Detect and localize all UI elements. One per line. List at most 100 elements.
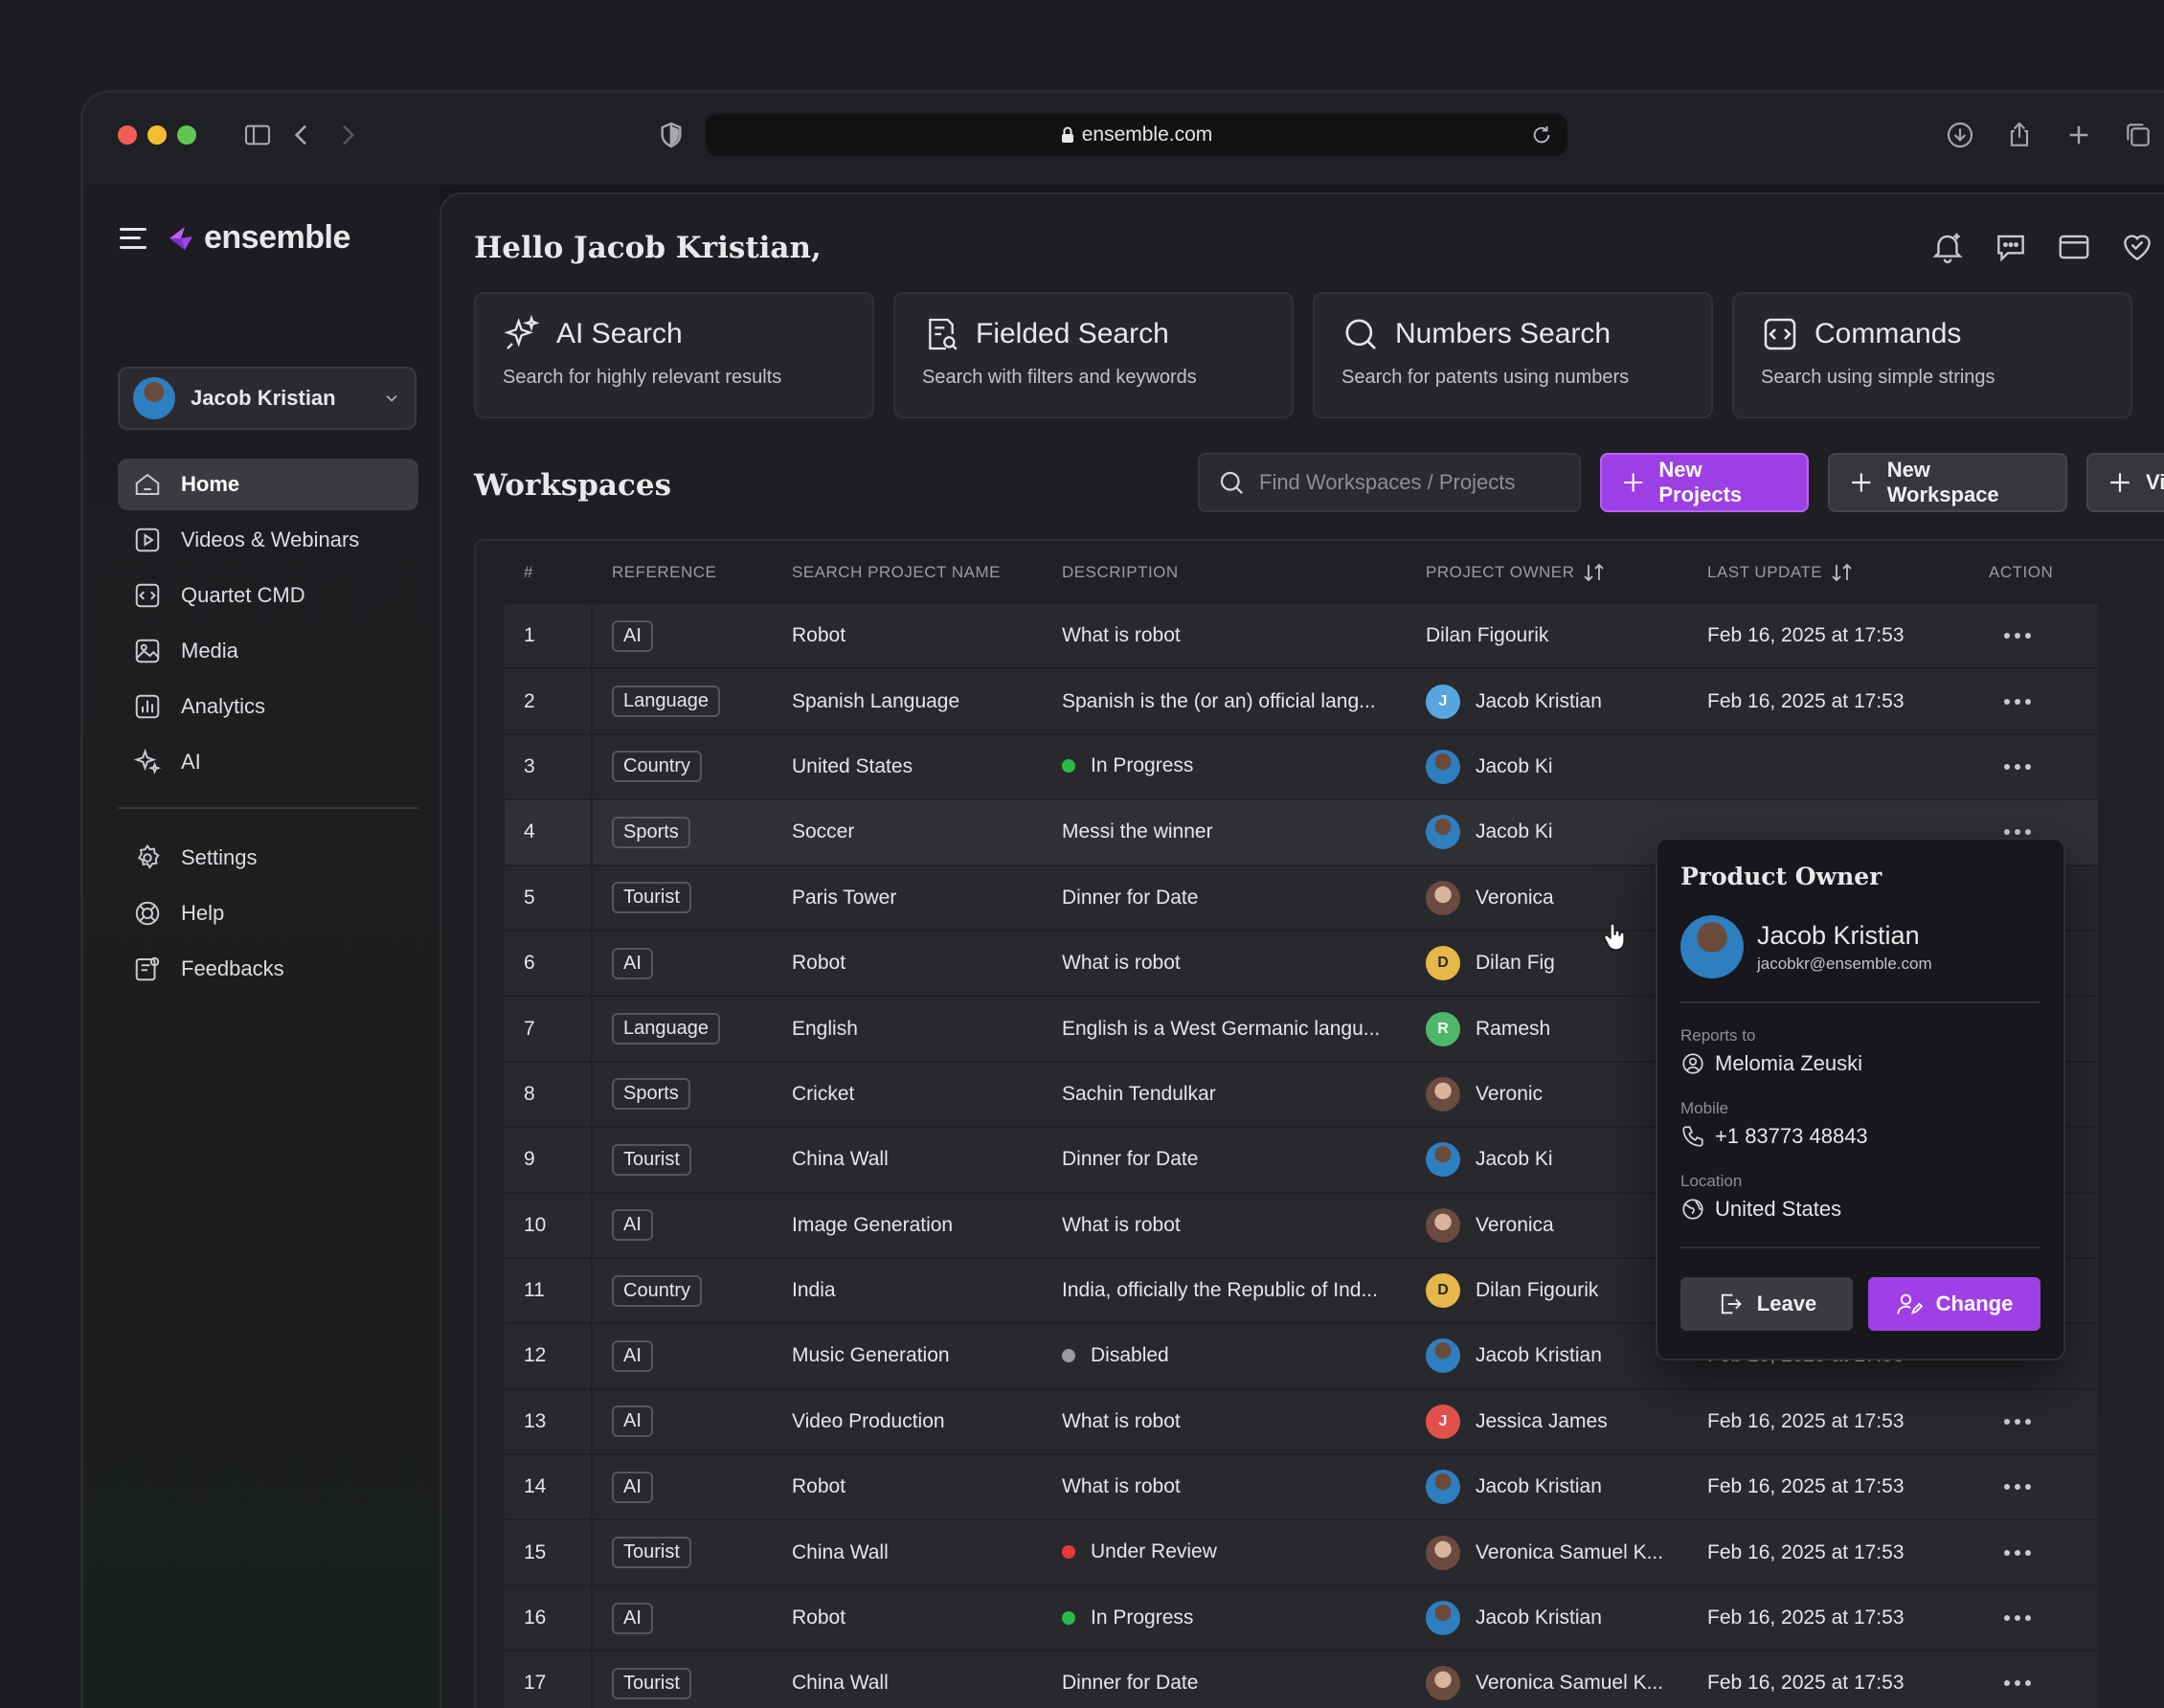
table-row[interactable]: 14 AI Robot What is robot Jacob Kristian Feb … [505, 1455, 2098, 1521]
table-row[interactable]: 13 AI Video Production What is robot J Jessic… [505, 1389, 2098, 1456]
reload-icon[interactable] [1531, 124, 1552, 146]
owner-cell[interactable]: J Jessica James [1426, 1389, 1707, 1456]
more-icon[interactable] [1989, 829, 2098, 836]
card-icon[interactable] [2056, 229, 2092, 265]
more-icon[interactable] [1989, 1680, 2098, 1687]
change-button[interactable]: Change [1868, 1277, 2040, 1331]
status-dot [1062, 1545, 1075, 1560]
globe-icon [1682, 1199, 1703, 1220]
new-tab-icon[interactable] [2063, 120, 2094, 150]
sort-icon[interactable] [1830, 563, 1855, 582]
description-cell: Dinner for Date [1062, 1128, 1426, 1194]
search-input[interactable] [1259, 470, 1566, 495]
more-icon[interactable] [1989, 698, 2098, 705]
last-update: Feb 16, 2025 at 17:53 [1707, 1585, 1989, 1652]
sidebar-item-videos[interactable]: Videos & Webinars [118, 514, 418, 566]
sidebar-item-help[interactable]: Help [118, 888, 418, 939]
col-project-owner[interactable]: PROJECT OWNER [1426, 541, 1707, 604]
avatar: D [1426, 1273, 1460, 1309]
close-window-button[interactable] [118, 125, 137, 145]
back-icon[interactable] [286, 120, 317, 150]
sidebar-toggle-icon[interactable] [242, 120, 273, 150]
status-text: Under Review [1091, 1540, 1217, 1563]
owner-cell[interactable]: Dilan Figourik [1426, 604, 1707, 670]
menu-icon[interactable] [120, 227, 147, 249]
card-fielded-search[interactable]: Fielded Search Search with filters and k… [893, 292, 1294, 418]
card-commands[interactable]: Commands Search using simple strings [1732, 292, 2132, 418]
owner-cell[interactable]: Jacob Kristian [1426, 1455, 1707, 1521]
view-button[interactable]: View [2086, 453, 2164, 512]
table-row[interactable]: 15 Tourist China Wall Under Review Veronica … [505, 1520, 2098, 1586]
section-title: Workspaces [474, 468, 672, 503]
row-number: 13 [505, 1389, 593, 1456]
owner-cell[interactable]: Jacob Kristian [1426, 1585, 1707, 1652]
card-title: Fielded Search [976, 318, 1169, 349]
sidebar-item-quartet[interactable]: Quartet CMD [118, 570, 418, 621]
sidebar-item-home[interactable]: Home [118, 459, 418, 510]
table-row[interactable]: 1 AI Robot What is robot Dilan Figourik Feb 1… [505, 604, 2098, 670]
sidebar-item-settings[interactable]: Settings [118, 832, 418, 884]
description-cell: Dinner for Date [1062, 1652, 1426, 1708]
popover-divider [1680, 1247, 2040, 1248]
table-row[interactable]: 2 Language Spanish Language Spanish is the … [505, 669, 2098, 735]
owner-name: Jessica James [1476, 1409, 1608, 1432]
chart-icon [133, 692, 162, 721]
more-icon[interactable] [1989, 633, 2098, 640]
owner-cell[interactable]: Jacob Ki [1426, 734, 1707, 801]
chat-icon[interactable] [1993, 229, 2029, 265]
share-icon[interactable] [2004, 120, 2035, 150]
reference-tag: Tourist [612, 882, 691, 914]
owner-cell[interactable]: Veronica Samuel K... [1426, 1652, 1707, 1708]
forward-icon[interactable] [332, 120, 363, 150]
more-icon[interactable] [1989, 763, 2098, 770]
page-title: Hello Jacob Kristian, [474, 231, 822, 265]
new-workspace-button[interactable]: New Workspace [1828, 453, 2067, 512]
sort-icon[interactable] [1582, 563, 1607, 582]
user-switcher[interactable]: Jacob Kristian [118, 367, 417, 430]
reference-cell: AI [593, 604, 792, 670]
card-title: Numbers Search [1395, 318, 1612, 349]
search-cards: AI Search Search for highly relevant res… [474, 292, 2132, 418]
new-projects-button[interactable]: New Projects [1600, 453, 1809, 512]
sidebar-item-ai[interactable]: AI [118, 736, 418, 788]
sidebar-item-feedbacks[interactable]: Feedbacks [118, 943, 418, 995]
card-ai-search[interactable]: AI Search Search for highly relevant res… [474, 292, 874, 418]
row-number: 11 [505, 1258, 593, 1325]
card-title: Commands [1815, 318, 1962, 349]
reference-cell: Language [593, 669, 792, 735]
col-last-update[interactable]: LAST UPDATE [1707, 541, 1989, 604]
tabs-overview-icon[interactable] [2123, 120, 2153, 150]
table-row[interactable]: 3 Country United States In Progress Jacob Ki [505, 734, 2098, 801]
owner-name: Jacob Kristian [1476, 1344, 1602, 1367]
download-icon[interactable] [1945, 120, 1975, 150]
maximize-window-button[interactable] [177, 125, 196, 145]
leave-button[interactable]: Leave [1680, 1277, 1853, 1331]
phone-icon [1682, 1126, 1703, 1147]
popover-user-email: jacobkr@ensemble.com [1757, 954, 1932, 973]
table-row[interactable]: 16 AI Robot In Progress Jacob Kristian Feb 16… [505, 1585, 2098, 1652]
avatar: J [1426, 1404, 1460, 1439]
heart-icon[interactable] [2119, 229, 2155, 265]
card-title: AI Search [556, 318, 683, 349]
action-cell [1989, 1455, 2098, 1521]
address-bar[interactable]: ensemble.com [706, 114, 1567, 156]
owner-name: Ramesh [1476, 1017, 1551, 1040]
sidebar-item-analytics[interactable]: Analytics [118, 681, 418, 732]
field-label: Mobile [1680, 1099, 1729, 1117]
sidebar-item-media[interactable]: Media [118, 625, 418, 677]
more-icon[interactable] [1989, 1484, 2098, 1491]
minimize-window-button[interactable] [147, 125, 167, 145]
more-icon[interactable] [1989, 1549, 2098, 1556]
bell-icon[interactable] [1929, 229, 1966, 265]
url-text: ensemble.com [1081, 124, 1213, 146]
card-numbers-search[interactable]: Numbers Search Search for patents using … [1313, 292, 1713, 418]
owner-cell[interactable]: Veronica Samuel K... [1426, 1520, 1707, 1586]
table-row[interactable]: 17 Tourist China Wall Dinner for Date Veroni… [505, 1652, 2098, 1708]
description-text: What is robot [1062, 1475, 1181, 1498]
sparkle-icon [503, 314, 541, 353]
shield-icon[interactable] [656, 120, 687, 150]
more-icon[interactable] [1989, 1615, 2098, 1622]
owner-cell[interactable]: J Jacob Kristian [1426, 669, 1707, 735]
more-icon[interactable] [1989, 1418, 2098, 1425]
reference-tag: AI [612, 1405, 653, 1438]
